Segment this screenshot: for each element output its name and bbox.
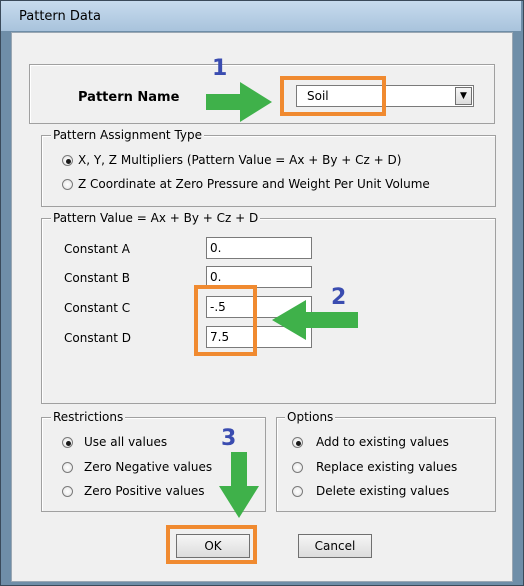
step-3-number: 3 — [221, 426, 237, 451]
constant-d-label: Constant D — [64, 331, 132, 345]
radio-replace-existing-label[interactable]: Replace existing values — [316, 460, 457, 474]
radio-xyz-multipliers-label[interactable]: X, Y, Z Multipliers (Pattern Value = Ax … — [78, 153, 401, 167]
radio-add-existing-label[interactable]: Add to existing values — [316, 435, 449, 449]
cancel-button[interactable]: Cancel — [298, 534, 372, 558]
constant-a-input[interactable]: 0. — [206, 237, 312, 259]
assignment-type-group — [41, 135, 496, 207]
radio-zero-positive-label[interactable]: Zero Positive values — [84, 484, 205, 498]
ok-button-highlight — [166, 525, 257, 564]
arrow-right-icon — [206, 82, 272, 122]
constant-a-label: Constant A — [64, 242, 130, 256]
arrow-down-icon — [219, 452, 259, 518]
pattern-value-legend: Pattern Value = Ax + By + Cz + D — [51, 211, 261, 225]
constant-b-value: 0. — [210, 270, 222, 284]
step-1-number: 1 — [212, 56, 228, 81]
radio-delete-existing[interactable] — [292, 486, 303, 497]
arrow-left-icon — [272, 300, 358, 340]
options-legend: Options — [285, 410, 336, 424]
constant-a-value: 0. — [210, 241, 222, 255]
radio-add-existing[interactable] — [292, 437, 303, 448]
radio-use-all-values[interactable] — [62, 437, 73, 448]
radio-replace-existing[interactable] — [292, 462, 303, 473]
radio-z-coordinate-label[interactable]: Z Coordinate at Zero Pressure and Weight… — [78, 177, 430, 191]
pattern-name-label: Pattern Name — [78, 90, 180, 105]
radio-zero-negative[interactable] — [62, 462, 73, 473]
constant-c-label: Constant C — [64, 301, 131, 315]
pattern-name-highlight — [280, 76, 386, 116]
radio-zero-positive[interactable] — [62, 486, 73, 497]
radio-use-all-values-label[interactable]: Use all values — [84, 435, 167, 449]
chevron-down-icon[interactable]: ▼ — [455, 87, 472, 105]
constants-highlight — [194, 285, 257, 356]
radio-xyz-multipliers[interactable] — [62, 155, 73, 166]
restrictions-legend: Restrictions — [51, 410, 126, 424]
radio-delete-existing-label[interactable]: Delete existing values — [316, 484, 449, 498]
radio-z-coordinate[interactable] — [62, 179, 73, 190]
constant-b-label: Constant B — [64, 271, 130, 285]
title-bar[interactable]: Pattern Data — [1, 1, 521, 31]
radio-zero-negative-label[interactable]: Zero Negative values — [84, 460, 212, 474]
window-title: Pattern Data — [19, 9, 101, 24]
assignment-type-legend: Pattern Assignment Type — [51, 128, 205, 142]
